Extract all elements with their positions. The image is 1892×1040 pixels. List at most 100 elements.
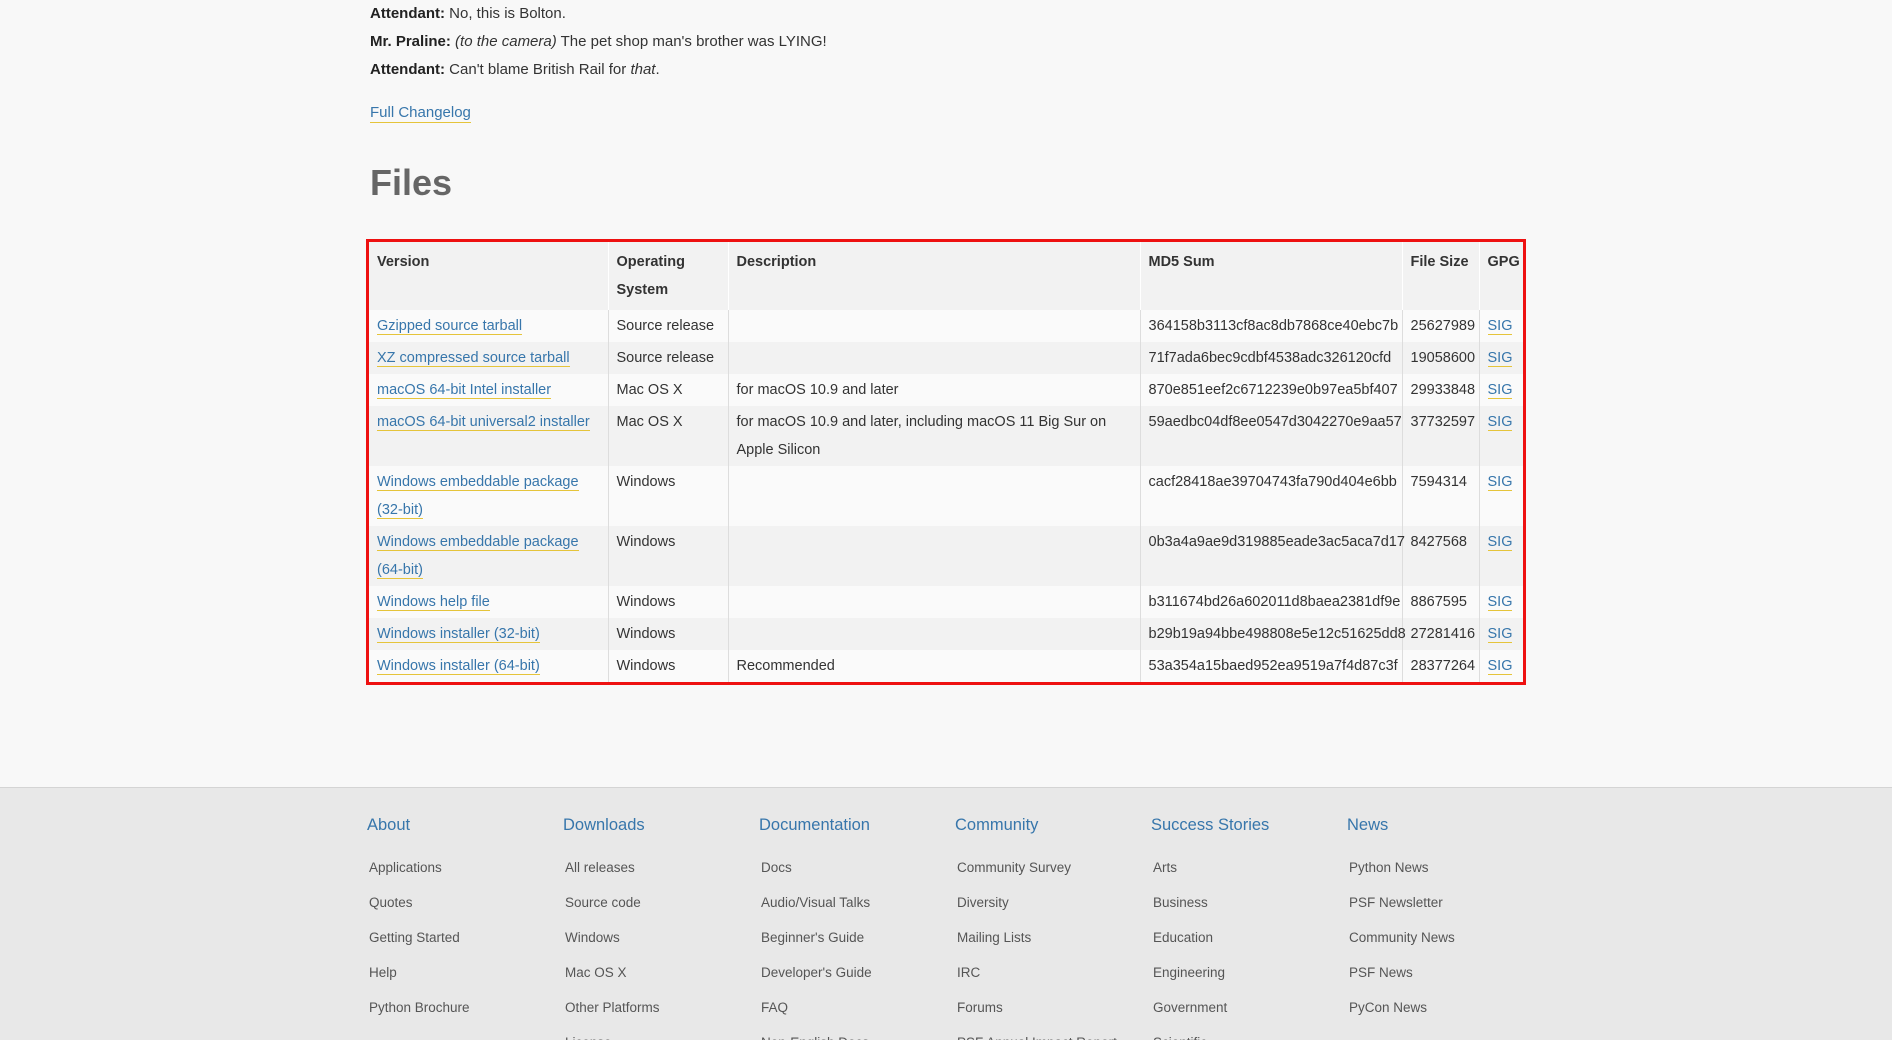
footer-link[interactable]: License bbox=[565, 1025, 759, 1040]
footer-link[interactable]: Education bbox=[1153, 920, 1347, 955]
sig-link[interactable]: SIG bbox=[1487, 350, 1513, 367]
dialogue-line: Attendant: Can't blame British Rail for … bbox=[370, 56, 1530, 84]
size-cell: 7594314 bbox=[1402, 466, 1480, 526]
footer-column-title[interactable]: Community bbox=[955, 813, 1151, 838]
sig-link[interactable]: SIG bbox=[1487, 594, 1513, 611]
footer-link[interactable]: Applications bbox=[369, 850, 563, 885]
download-link[interactable]: macOS 64-bit Intel installer bbox=[377, 382, 552, 399]
description-cell bbox=[728, 526, 1141, 586]
speaker-name: Mr. Praline: bbox=[370, 33, 451, 50]
version-cell: Windows embeddable package (64-bit) bbox=[369, 526, 609, 586]
footer-link[interactable]: Engineering bbox=[1153, 955, 1347, 990]
dialogue-block: Attendant: No, this is Bolton. Mr. Pralin… bbox=[370, 0, 1530, 84]
description-cell bbox=[728, 310, 1141, 342]
footer-link[interactable]: Windows bbox=[565, 920, 759, 955]
footer-link[interactable]: Docs bbox=[761, 850, 955, 885]
footer-link[interactable]: Forums bbox=[957, 990, 1151, 1025]
files-table-body: Gzipped source tarball Source release 3641… bbox=[369, 310, 1523, 682]
table-row: Gzipped source tarball Source release 3641… bbox=[369, 310, 1523, 342]
footer-link[interactable]: Scientific bbox=[1153, 1025, 1347, 1040]
footer-link[interactable]: Quotes bbox=[369, 885, 563, 920]
header-version: Version bbox=[369, 242, 609, 310]
footer-link[interactable]: IRC bbox=[957, 955, 1151, 990]
footer-link[interactable]: PSF Annual Impact Report bbox=[957, 1025, 1151, 1040]
download-link[interactable]: Windows help file bbox=[377, 594, 490, 611]
site-footer: About Applications Quotes Getting Started He… bbox=[0, 787, 1892, 1040]
download-link[interactable]: macOS 64-bit universal2 installer bbox=[377, 414, 590, 431]
sig-link[interactable]: SIG bbox=[1487, 318, 1513, 335]
footer-link[interactable]: Python News bbox=[1349, 850, 1543, 885]
footer-column-title[interactable]: Documentation bbox=[759, 813, 955, 838]
footer-link[interactable]: PSF Newsletter bbox=[1349, 885, 1543, 920]
footer-column: News Python News PSF Newsletter Community N… bbox=[1347, 813, 1543, 1040]
size-cell: 29933848 bbox=[1402, 374, 1480, 406]
footer-link[interactable]: Business bbox=[1153, 885, 1347, 920]
footer-link[interactable]: Mailing Lists bbox=[957, 920, 1151, 955]
footer-link[interactable]: Mac OS X bbox=[565, 955, 759, 990]
footer-column: Community Community Survey Diversity Mailin… bbox=[955, 813, 1151, 1040]
footer-link[interactable]: PyCon News bbox=[1349, 990, 1543, 1025]
footer-columns: About Applications Quotes Getting Started He… bbox=[367, 813, 1543, 1040]
download-link[interactable]: XZ compressed source tarball bbox=[377, 350, 570, 367]
os-cell: Source release bbox=[608, 342, 729, 374]
sig-link[interactable]: SIG bbox=[1487, 658, 1513, 675]
footer-column: About Applications Quotes Getting Started He… bbox=[367, 813, 563, 1040]
os-cell: Source release bbox=[608, 310, 729, 342]
footer-link[interactable]: Community News bbox=[1349, 920, 1543, 955]
page: Attendant: No, this is Bolton. Mr. Pralin… bbox=[0, 0, 1892, 1040]
table-row: Windows embeddable package (64-bit) Windo… bbox=[369, 526, 1523, 586]
footer-link[interactable]: Beginner's Guide bbox=[761, 920, 955, 955]
footer-link[interactable]: Arts bbox=[1153, 850, 1347, 885]
footer-column: Documentation Docs Audio/Visual Talks Begin… bbox=[759, 813, 955, 1040]
download-link[interactable]: Windows installer (32-bit) bbox=[377, 626, 540, 643]
footer-link-list: All releases Source code Windows Mac OS X Ot… bbox=[563, 850, 759, 1040]
footer-link[interactable]: FAQ bbox=[761, 990, 955, 1025]
md5-cell: cacf28418ae39704743fa790d404e6bb bbox=[1140, 466, 1403, 526]
file-size-cell: 29933848 bbox=[1410, 382, 1476, 398]
footer-link[interactable]: Audio/Visual Talks bbox=[761, 885, 955, 920]
download-link[interactable]: Windows embeddable package (64-bit) bbox=[377, 534, 579, 579]
gpg-cell: SIG bbox=[1479, 374, 1523, 406]
download-link[interactable]: Windows installer (64-bit) bbox=[377, 658, 540, 675]
files-table: Version Operating System Description MD5… bbox=[369, 242, 1523, 682]
file-size-cell: 7594314 bbox=[1410, 474, 1467, 490]
file-size-cell: 28377264 bbox=[1410, 658, 1476, 674]
full-changelog-link[interactable]: Full Changelog bbox=[370, 104, 471, 123]
footer-link-list: Applications Quotes Getting Started Help Pyt… bbox=[367, 850, 563, 1025]
download-link[interactable]: Windows embeddable package (32-bit) bbox=[377, 474, 579, 519]
description-cell: for macOS 10.9 and later bbox=[736, 382, 899, 398]
download-link[interactable]: Gzipped source tarball bbox=[377, 318, 523, 335]
sig-link[interactable]: SIG bbox=[1487, 534, 1513, 551]
speaker-name: Attendant: bbox=[370, 5, 445, 22]
footer-link[interactable]: Government bbox=[1153, 990, 1347, 1025]
os-cell: Mac OS X bbox=[616, 414, 683, 430]
footer-column-title[interactable]: About bbox=[367, 813, 563, 838]
footer-link[interactable]: Developer's Guide bbox=[761, 955, 955, 990]
md5-cell: 53a354a15baed952ea9519a7f4d87c3f bbox=[1140, 650, 1403, 682]
md5-cell: b311674bd26a602011d8baea2381df9e bbox=[1148, 594, 1401, 610]
md5-cell: 364158b3113cf8ac8db7868ce40ebc7b bbox=[1140, 310, 1403, 342]
footer-column-title[interactable]: Downloads bbox=[563, 813, 759, 838]
footer-link[interactable]: All releases bbox=[565, 850, 759, 885]
footer-link[interactable]: Getting Started bbox=[369, 920, 563, 955]
footer-link[interactable]: Help bbox=[369, 955, 563, 990]
sig-link[interactable]: SIG bbox=[1487, 474, 1513, 491]
sig-link[interactable]: SIG bbox=[1487, 626, 1513, 643]
header-os: Operating System bbox=[608, 242, 729, 310]
footer-link[interactable]: Community Survey bbox=[957, 850, 1151, 885]
sig-link[interactable]: SIG bbox=[1487, 414, 1513, 431]
os-cell: Mac OS X bbox=[608, 374, 729, 406]
footer-link[interactable]: Other Platforms bbox=[565, 990, 759, 1025]
footer-link[interactable]: Diversity bbox=[957, 885, 1151, 920]
md5-cell: 59aedbc04df8ee0547d3042270e9aa57 bbox=[1140, 406, 1403, 466]
description-cell bbox=[728, 342, 1141, 374]
footer-column-title[interactable]: News bbox=[1347, 813, 1543, 838]
footer-link[interactable]: Python Brochure bbox=[369, 990, 563, 1025]
footer-link[interactable]: PSF News bbox=[1349, 955, 1543, 990]
footer-column-title[interactable]: Success Stories bbox=[1151, 813, 1347, 838]
md5-cell: cacf28418ae39704743fa790d404e6bb bbox=[1148, 474, 1397, 490]
description-cell: Recommended bbox=[728, 650, 1141, 682]
sig-link[interactable]: SIG bbox=[1487, 382, 1513, 399]
footer-link[interactable]: Non-English Docs bbox=[761, 1025, 955, 1040]
footer-link[interactable]: Source code bbox=[565, 885, 759, 920]
